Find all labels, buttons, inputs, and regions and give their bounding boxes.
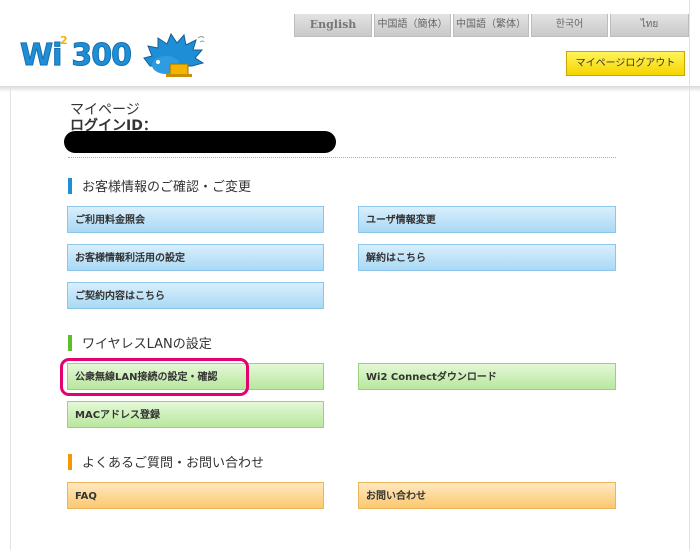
section-marker-orange <box>68 453 72 470</box>
contact-button[interactable]: お問い合わせ <box>358 482 616 509</box>
section-heading-text: ワイヤレスLANの設定 <box>82 337 212 352</box>
contract-details-button[interactable]: ご契約内容はこちら <box>67 282 324 309</box>
mypage-logout-button[interactable]: マイページログアウト <box>566 51 685 76</box>
wi2-connect-download-button[interactable]: Wi2 Connectダウンロード <box>358 363 616 390</box>
customer-data-usage-settings-button[interactable]: お客様情報利活用の設定 <box>67 244 324 271</box>
lang-tab-chinese-traditional[interactable]: 中国語（繁体） <box>453 14 529 37</box>
lang-tab-english[interactable]: English <box>294 14 372 37</box>
login-id-redaction <box>64 131 336 153</box>
logo-text: Wi 300 <box>19 38 132 74</box>
section-heading-text: お客様情報のご確認・ご変更 <box>82 180 252 195</box>
section-heading-text: よくあるご質問・お問い合わせ <box>82 456 265 471</box>
section-customer-info-heading: お客様情報のご確認・ご変更 <box>68 176 251 195</box>
cancel-contract-button[interactable]: 解約はこちら <box>358 244 616 271</box>
right-border <box>689 0 690 550</box>
divider <box>68 157 616 158</box>
header: English 中国語（簡体） 中国語（繁体） 한국어 ไทย Wi 300 2 … <box>0 0 700 86</box>
usage-fee-inquiry-button[interactable]: ご利用料金照会 <box>67 206 324 233</box>
highlight-annotation <box>60 358 249 396</box>
section-marker-blue <box>68 177 72 194</box>
section-marker-green <box>68 334 72 351</box>
mypage-title: マイページ <box>70 102 140 118</box>
mac-address-registration-button[interactable]: MACアドレス登録 <box>67 401 324 428</box>
logo-superscript: 2 <box>60 34 68 47</box>
header-shadow <box>0 86 700 92</box>
lang-tab-korean[interactable]: 한국어 <box>531 14 608 37</box>
faq-button[interactable]: FAQ <box>67 482 324 509</box>
lang-tab-thai[interactable]: ไทย <box>610 14 689 37</box>
language-tabs: English 中国語（簡体） 中国語（繁体） 한국어 ไทย <box>294 14 691 37</box>
user-info-change-button[interactable]: ユーザ情報変更 <box>358 206 616 233</box>
section-wireless-lan-heading: ワイヤレスLANの設定 <box>68 333 212 352</box>
lang-tab-chinese-simplified[interactable]: 中国語（簡体） <box>374 14 451 37</box>
section-faq-heading: よくあるご質問・お問い合わせ <box>68 452 264 471</box>
left-border <box>10 86 11 550</box>
wi2-logo[interactable]: Wi 300 2 <box>19 28 210 80</box>
hedgehog-mascot-icon <box>143 32 205 77</box>
